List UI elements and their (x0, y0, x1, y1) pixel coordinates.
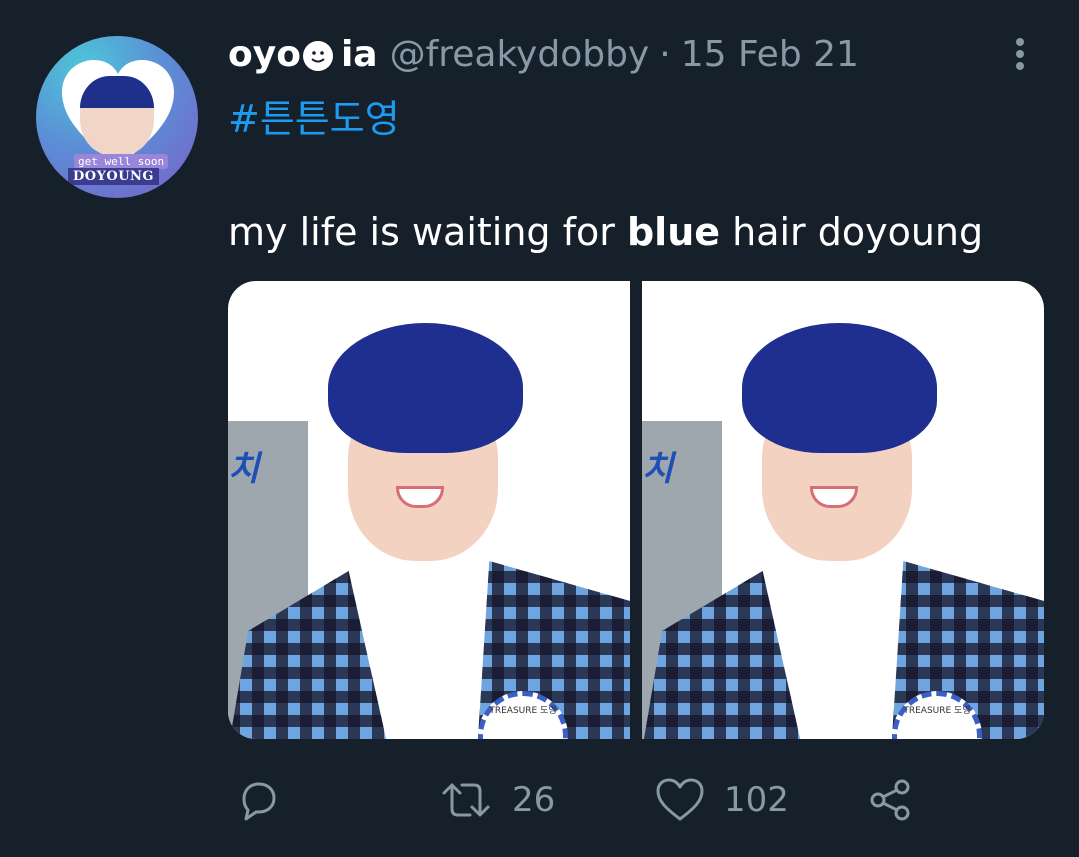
photo-1[interactable]: 치 TREASURE 도영 (228, 281, 630, 739)
like-count: 102 (724, 780, 789, 820)
reply-button[interactable] (232, 770, 282, 830)
like-button[interactable]: 102 (654, 770, 789, 830)
separator: · (659, 33, 671, 75)
reply-icon (242, 782, 276, 821)
tweet-media: 치 TREASURE 도영 치 TREASURE 도영 (228, 281, 1044, 739)
avatar-face (80, 76, 154, 156)
white-shirt (378, 586, 478, 739)
tweet-text-before: my life is waiting for (228, 210, 627, 254)
avatar-tag-small: get well soon (74, 154, 169, 169)
hashtag-link[interactable]: #튼튼도영 (228, 88, 400, 143)
more-options-icon[interactable] (1010, 34, 1030, 74)
photo-sticker: 치 (228, 449, 260, 489)
tweet-date[interactable]: 15 Feb 21 (681, 34, 859, 75)
retweet-icon (442, 783, 490, 817)
tweet-actions: 26 102 (228, 770, 988, 830)
tweet-header: oyo ia @freakydobby · 15 Feb 21 (228, 30, 859, 78)
share-icon (870, 779, 910, 821)
display-name-part1: oyo (228, 33, 301, 75)
blue-hair (328, 323, 523, 453)
tweet-text: my life is waiting for blue hair doyoung (228, 210, 983, 254)
display-name[interactable]: oyo ia (228, 34, 378, 75)
heart-icon (656, 778, 704, 821)
retweet-count: 26 (512, 780, 556, 820)
avatar[interactable]: get well soon DOYOUNG (36, 36, 198, 198)
tweet-text-after: hair doyoung (720, 210, 984, 254)
white-shirt (792, 586, 892, 739)
share-button[interactable] (866, 770, 916, 830)
retweet-button[interactable]: 26 (438, 770, 555, 830)
photo-sticker: 치 (642, 449, 674, 489)
tweet-text-bold: blue (626, 210, 721, 254)
smiley-icon (302, 40, 333, 71)
blue-hair (742, 323, 937, 453)
photo-2[interactable]: 치 TREASURE 도영 (642, 281, 1044, 739)
display-name-part2: ia (340, 33, 378, 75)
avatar-tag-big: DOYOUNG (68, 168, 160, 185)
user-handle[interactable]: @freakydobby (390, 34, 650, 75)
